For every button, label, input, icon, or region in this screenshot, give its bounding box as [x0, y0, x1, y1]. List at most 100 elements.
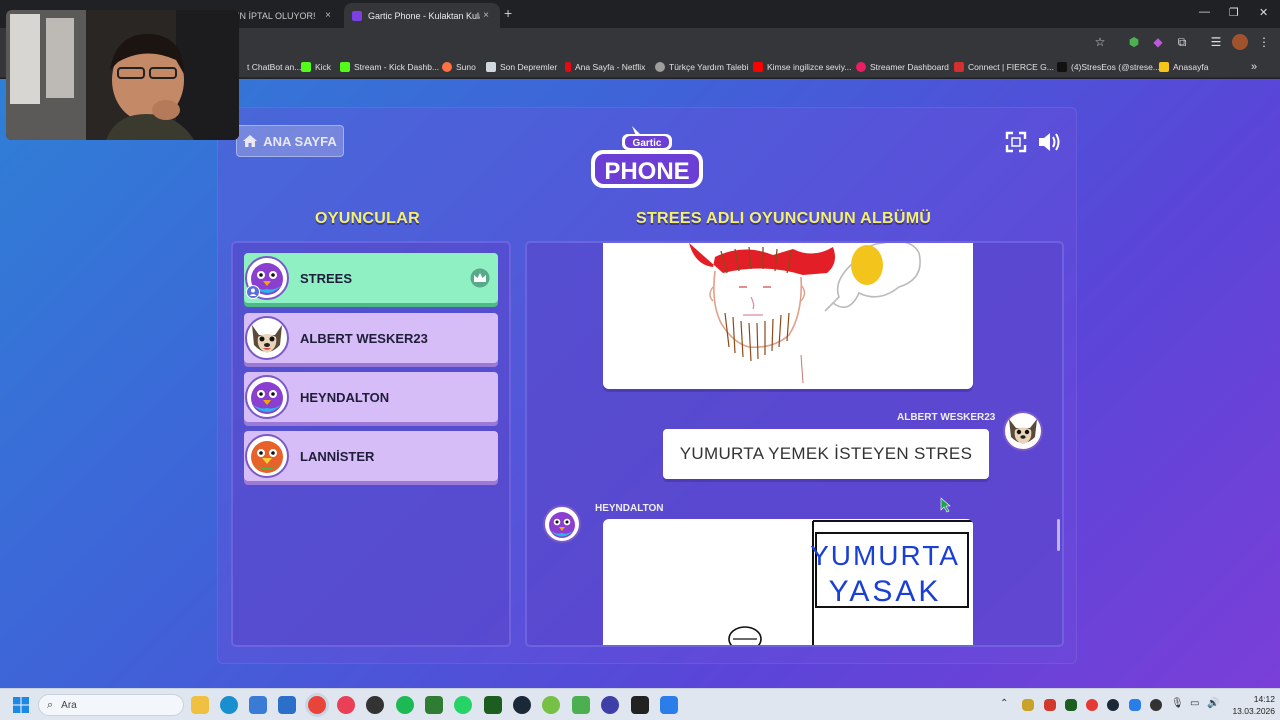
- nvidia-icon[interactable]: [425, 696, 443, 714]
- tab-gartic-phone[interactable]: Gartic Phone - Kulaktan Kulağa ×: [344, 3, 500, 28]
- minimize-button[interactable]: —: [1199, 6, 1210, 18]
- new-tab-button[interactable]: +: [504, 5, 512, 21]
- bookmark-label: Kimse ingilizce seviy...: [767, 62, 852, 72]
- drawing-egg-forbidden-sign: YUMURTA YASAK: [728, 520, 973, 645]
- player-card-strees[interactable]: STREES: [244, 253, 498, 303]
- volume-icon[interactable]: [1037, 131, 1061, 153]
- chrome-icon[interactable]: [308, 696, 326, 714]
- crown-icon: [470, 268, 490, 288]
- parrot-avatar-icon: [245, 434, 289, 478]
- tray-app-icon[interactable]: [1150, 699, 1162, 711]
- windows-taskbar: ⌕ Ara ⌃ 🎙 ▭ 🔊 14:12 13.03.2026: [0, 688, 1280, 720]
- tray-app-icon[interactable]: [1022, 699, 1034, 711]
- taskbar-clock[interactable]: 14:12 13.03.2026: [1225, 693, 1275, 717]
- steam-icon[interactable]: [513, 696, 531, 714]
- bookmark-label: Stream - Kick Dashb...: [354, 62, 440, 72]
- home-button[interactable]: ANA SAYFA: [236, 125, 344, 157]
- gartic-favicon-icon: [352, 10, 362, 21]
- taskbar-search[interactable]: ⌕ Ara: [38, 694, 184, 716]
- bookmark-label: Streamer Dashboard: [870, 62, 949, 72]
- network-icon[interactable]: ▭: [1190, 698, 1199, 709]
- close-tab-icon[interactable]: ×: [322, 10, 334, 21]
- dashboard-icon: [856, 62, 866, 72]
- album-feed[interactable]: ALBERT WESKER23 YUMURTA YEMEK İSTEYEN ST…: [525, 241, 1064, 647]
- bookmark-suno[interactable]: Suno: [442, 60, 476, 74]
- bookmark-chatbot[interactable]: t ChatBot an...: [243, 60, 301, 74]
- bookmark-label: Connect | FIERCE G...: [968, 62, 1054, 72]
- bookmark-son-depremler[interactable]: Son Depremler: [486, 60, 557, 74]
- player-name: STREES: [300, 270, 353, 286]
- security-shield-icon[interactable]: [660, 696, 678, 714]
- guess-author: ALBERT WESKER23: [897, 412, 996, 423]
- suno-icon: [442, 62, 452, 72]
- opera-icon[interactable]: [337, 696, 355, 714]
- bookmark-tiktok[interactable]: (4)StresEos (@strese...: [1057, 60, 1160, 74]
- tray-steam-icon[interactable]: [1107, 699, 1119, 711]
- app-icon[interactable]: [601, 696, 619, 714]
- home-button-label: ANA SAYFA: [263, 133, 337, 149]
- obs-icon[interactable]: [366, 696, 384, 714]
- search-placeholder: Ara: [61, 699, 77, 711]
- outlook-icon[interactable]: [278, 696, 296, 714]
- bookmark-streamer-dashboard[interactable]: Streamer Dashboard: [856, 60, 949, 74]
- bookmark-fierce[interactable]: Connect | FIERCE G...: [954, 60, 1054, 74]
- drawing-card: YUMURTA YASAK: [603, 519, 973, 645]
- tray-record-icon[interactable]: [1086, 699, 1098, 711]
- bookmark-kick-dashboard[interactable]: Stream - Kick Dashb...: [340, 60, 439, 74]
- player-name: ALBERT WESKER23: [300, 330, 428, 346]
- game-launcher-icon[interactable]: [542, 696, 560, 714]
- edge-icon[interactable]: [220, 696, 238, 714]
- bookmark-star-icon[interactable]: ☆: [1092, 34, 1108, 50]
- tray-app-icon[interactable]: [1044, 699, 1056, 711]
- tray-app-icon[interactable]: [1065, 699, 1077, 711]
- reading-list-icon[interactable]: ☰: [1208, 34, 1224, 50]
- player-card-albert-wesker23[interactable]: ALBERT WESKER23: [244, 313, 498, 363]
- close-window-button[interactable]: ✕: [1259, 6, 1268, 19]
- more-bookmarks-button[interactable]: »: [1251, 60, 1257, 74]
- album-scrollbar[interactable]: [1057, 519, 1060, 551]
- bookmark-label: Son Depremler: [500, 62, 558, 72]
- player-card-lannister[interactable]: LANNİSTER: [244, 431, 498, 481]
- fullscreen-icon[interactable]: [1004, 131, 1028, 153]
- whatsapp-icon[interactable]: [454, 696, 472, 714]
- bookmark-kick[interactable]: Kick: [301, 60, 331, 74]
- drawing-man-with-egg: [689, 243, 921, 384]
- bookmark-youtube-video[interactable]: Kimse ingilizce seviy...: [753, 60, 851, 74]
- page-icon: [486, 62, 496, 72]
- home-page-icon: [1159, 62, 1169, 72]
- extension-shield-icon[interactable]: ⬢: [1126, 34, 1142, 50]
- bookmark-yardim-talebi[interactable]: Türkçe Yardım Talebi: [655, 60, 748, 74]
- extensions-puzzle-icon[interactable]: ⧉: [1174, 34, 1190, 50]
- tray-app-icon[interactable]: [1129, 699, 1141, 711]
- terminal-icon[interactable]: [484, 696, 502, 714]
- support-icon: [655, 62, 665, 72]
- epic-games-icon[interactable]: [631, 696, 649, 714]
- player-name: HEYNDALTON: [300, 389, 390, 405]
- file-explorer-icon[interactable]: [191, 696, 209, 714]
- extension-twitch-icon[interactable]: ◆: [1150, 34, 1166, 50]
- home-icon: [243, 135, 258, 147]
- webcam-feed: [6, 10, 239, 140]
- bookmark-label: Türkçe Yardım Talebi: [669, 62, 749, 72]
- player-card-heyndalton[interactable]: HEYNDALTON: [244, 372, 498, 422]
- store-icon[interactable]: [249, 696, 267, 714]
- close-tab-icon[interactable]: ×: [480, 10, 492, 21]
- menu-kebab-icon[interactable]: ⋮: [1256, 34, 1272, 50]
- tray-overflow-icon[interactable]: ⌃: [1000, 698, 1008, 709]
- bookmark-anasayfa[interactable]: Anasayfa: [1159, 60, 1208, 74]
- gartic-phone-logo: Gartic PHONE: [591, 126, 703, 188]
- guess-text: YUMURTA YEMEK İSTEYEN STRES: [663, 429, 989, 479]
- players-title: OYUNCULAR: [315, 210, 420, 227]
- microphone-icon[interactable]: 🎙: [1171, 698, 1184, 709]
- restore-button[interactable]: ❐: [1229, 6, 1239, 19]
- windows-start-icon[interactable]: [13, 697, 29, 713]
- minecraft-icon[interactable]: [572, 696, 590, 714]
- drawing-author: HEYNDALTON: [595, 503, 664, 514]
- profile-avatar-icon[interactable]: [1232, 34, 1248, 50]
- webcam-overlay: [6, 10, 239, 140]
- dog-avatar-icon: [1003, 411, 1043, 451]
- speaker-icon[interactable]: 🔊: [1207, 698, 1219, 709]
- bookmark-netflix[interactable]: Ana Sayfa - Netflix: [565, 60, 645, 74]
- logo-top-text: Gartic: [633, 138, 662, 149]
- spotify-icon[interactable]: [396, 696, 414, 714]
